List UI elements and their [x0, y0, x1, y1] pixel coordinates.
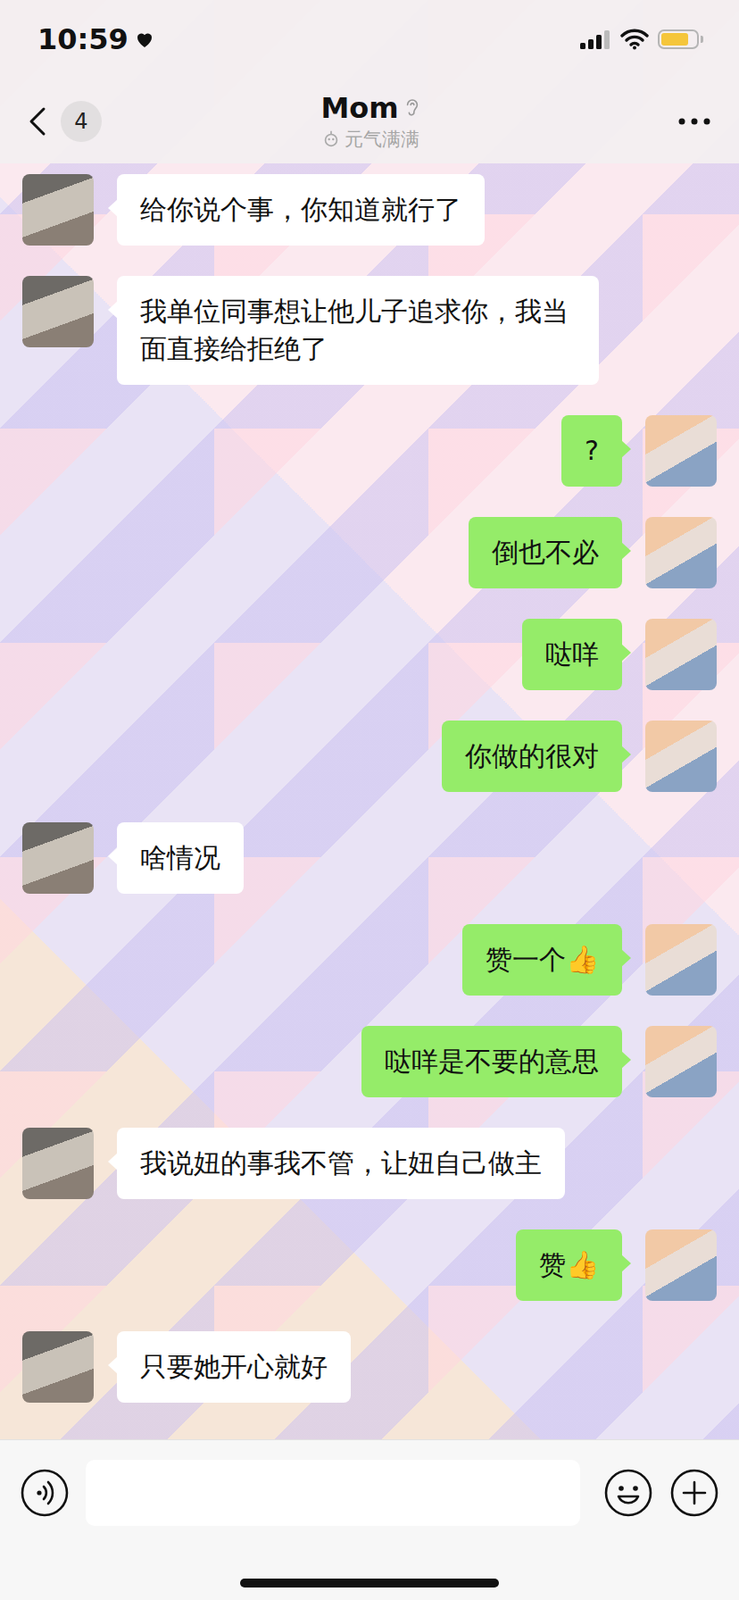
top-area: 10:59 4 Mom元气满满	[0, 0, 739, 164]
message-bubble[interactable]: 给你说个事，你知道就行了	[116, 174, 485, 246]
voice-icon[interactable]	[19, 1467, 70, 1518]
avatar[interactable]	[22, 275, 94, 348]
message-bubble[interactable]: 倒也不必	[468, 516, 623, 589]
message-row: 我说妞的事我不管，让妞自己做主	[22, 1127, 717, 1199]
avatar[interactable]	[645, 1228, 717, 1301]
message-list: 给你说个事，你知道就行了我单位同事想让他儿子追求你，我当面直接给拒绝了? 倒也不必…	[0, 163, 739, 1439]
message-bubble[interactable]: 赞一个👍	[462, 923, 623, 996]
avatar[interactable]	[645, 1025, 717, 1097]
chat-status: 元气满满	[344, 126, 420, 152]
message-row: 只要她开心就好	[22, 1330, 717, 1403]
input-bar	[0, 1438, 739, 1600]
message-row: 哒咩	[22, 618, 717, 690]
message-row: ?	[22, 415, 717, 487]
signal-icon	[579, 28, 612, 50]
message-row: 赞👍	[22, 1228, 717, 1301]
message-row: 你做的很对	[22, 720, 717, 792]
battery-icon	[657, 29, 704, 50]
nav-bar: 4 Mom元气满满	[0, 78, 739, 164]
message-row: 给你说个事，你知道就行了	[22, 174, 717, 246]
avatar[interactable]	[22, 822, 94, 894]
message-input[interactable]	[85, 1459, 581, 1526]
unread-badge[interactable]: 4	[60, 100, 102, 142]
avatar[interactable]	[645, 923, 717, 996]
message-row: 倒也不必	[22, 516, 717, 589]
message-row: 我单位同事想让他儿子追求你，我当面直接给拒绝了	[22, 275, 717, 385]
chat-title: Mom	[320, 91, 399, 125]
avatar[interactable]	[645, 516, 717, 589]
plus-icon[interactable]	[669, 1467, 720, 1518]
ear-icon	[404, 96, 421, 120]
avatar[interactable]	[22, 1127, 94, 1199]
status-bar: 10:59	[0, 0, 739, 79]
more-icon[interactable]	[676, 116, 713, 127]
message-row: 啥情况	[22, 822, 717, 894]
avatar[interactable]	[22, 174, 94, 246]
message-bubble[interactable]: 啥情况	[116, 822, 244, 894]
home-indicator	[240, 1577, 499, 1587]
chat-screen: 10:59 4 Mom元气满满给你说个事，你知道就行了我单位同事想让他儿子追求你，我…	[0, 0, 739, 1600]
message-bubble[interactable]: ?	[561, 415, 623, 487]
emoji-icon[interactable]	[603, 1467, 654, 1518]
avatar[interactable]	[645, 415, 717, 487]
heart-icon	[133, 28, 156, 50]
message-row: 赞一个👍	[22, 923, 717, 996]
message-bubble[interactable]: 我说妞的事我不管，让妞自己做主	[116, 1127, 565, 1199]
message-bubble[interactable]: 哒咩是不要的意思	[361, 1025, 623, 1097]
message-bubble[interactable]: 你做的很对	[441, 720, 623, 792]
wifi-icon	[620, 28, 649, 50]
message-row: 哒咩是不要的意思	[22, 1025, 717, 1097]
avatar[interactable]	[645, 618, 717, 690]
avatar[interactable]	[22, 1330, 94, 1403]
back-icon[interactable]	[28, 106, 47, 137]
message-bubble[interactable]: 哒咩	[522, 618, 623, 690]
message-bubble[interactable]: 赞👍	[515, 1228, 623, 1301]
message-bubble[interactable]: 只要她开心就好	[116, 1330, 351, 1403]
time: 10:59	[37, 22, 129, 57]
status-icon	[321, 129, 341, 150]
message-bubble[interactable]: 我单位同事想让他儿子追求你，我当面直接给拒绝了	[116, 275, 599, 385]
avatar[interactable]	[645, 720, 717, 792]
